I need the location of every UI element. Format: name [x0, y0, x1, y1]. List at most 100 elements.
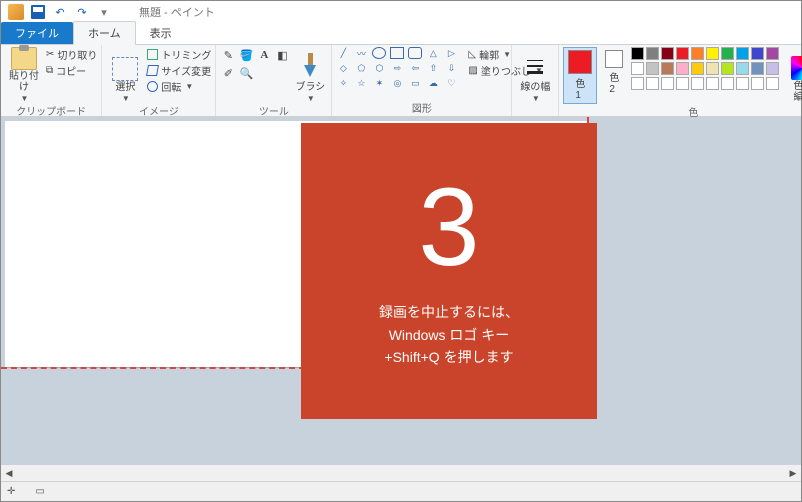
palette-swatch[interactable]	[646, 62, 659, 75]
palette-swatch[interactable]	[721, 47, 734, 60]
scroll-right-arrow[interactable]: ▶	[785, 465, 801, 481]
shape-callout-rect[interactable]: ▭	[408, 77, 422, 89]
palette-swatch[interactable]	[766, 77, 779, 90]
scroll-left-arrow[interactable]: ◀	[1, 465, 17, 481]
palette-swatch[interactable]	[646, 47, 659, 60]
tab-file[interactable]: ファイル	[1, 22, 73, 44]
shape-callout-cloud[interactable]: ☁	[426, 77, 440, 89]
shape-polygon[interactable]: △	[426, 47, 440, 59]
shape-callout-round[interactable]: ◎	[390, 77, 404, 89]
chevron-down-icon: ▼	[532, 94, 540, 103]
palette-swatch[interactable]	[736, 62, 749, 75]
shape-uarrow[interactable]: ⇧	[426, 62, 440, 74]
palette-swatch[interactable]	[736, 77, 749, 90]
color1-button[interactable]: 色 1	[563, 47, 597, 104]
copy-button[interactable]: ⧉コピー	[46, 63, 97, 78]
shape-pentagon[interactable]: ⬠	[354, 62, 368, 74]
eraser-tool[interactable]: ◧	[274, 47, 290, 63]
palette-swatch[interactable]	[721, 77, 734, 90]
paste-button[interactable]: 貼り付け ▼	[5, 47, 43, 103]
color-picker-tool[interactable]: ✐	[220, 65, 236, 81]
shape-darrow[interactable]: ⇩	[444, 62, 458, 74]
palette-swatch[interactable]	[691, 77, 704, 90]
paste-icon	[11, 47, 37, 70]
palette-swatch[interactable]	[751, 77, 764, 90]
shape-roundrect[interactable]	[408, 47, 422, 59]
shape-oval[interactable]	[372, 47, 386, 59]
magnifier-tool[interactable]: 🔍	[238, 65, 254, 81]
palette-swatch[interactable]	[661, 47, 674, 60]
status-bar: ✛ ▭	[1, 481, 801, 501]
shape-line[interactable]: ╱	[336, 47, 350, 59]
palette-swatch[interactable]	[691, 47, 704, 60]
text-tool[interactable]: A	[256, 47, 272, 63]
palette-swatch[interactable]	[766, 47, 779, 60]
selection-size: ▭	[35, 486, 44, 497]
shape-4star[interactable]: ✧	[336, 77, 350, 89]
color-palette[interactable]	[631, 47, 780, 91]
qat-customize[interactable]: ▾	[93, 2, 115, 22]
rotate-button[interactable]: 回転▼	[147, 79, 211, 94]
ribbon: 貼り付け ▼ ✂切り取り ⧉コピー クリップボード 選択 ▼ トリミング サイズ…	[1, 45, 801, 117]
resize-button[interactable]: サイズ変更	[147, 63, 211, 78]
palette-swatch[interactable]	[631, 77, 644, 90]
palette-swatch[interactable]	[676, 77, 689, 90]
brushes-button[interactable]: ブラシ ▼	[293, 47, 327, 103]
edit-colors-button[interactable]: 色の 編集	[783, 47, 802, 103]
stroke-width-icon	[525, 53, 545, 81]
palette-swatch[interactable]	[736, 47, 749, 60]
quick-access-toolbar: ↶ ↷ ▾	[1, 2, 115, 22]
shape-rect[interactable]	[390, 47, 404, 59]
shape-rarrow[interactable]: ⇨	[390, 62, 404, 74]
resize-icon	[146, 65, 159, 76]
palette-swatch[interactable]	[706, 47, 719, 60]
tab-home[interactable]: ホーム	[73, 21, 136, 45]
palette-swatch[interactable]	[691, 62, 704, 75]
selection-guide-horizontal	[1, 367, 305, 369]
stroke-width-button[interactable]: 線の幅 ▼	[516, 47, 554, 103]
shapes-gallery[interactable]: ╱ 〰 △ ▷ ◇ ⬠ ⬡ ⇨ ⇦ ⇧ ⇩ ✧ ☆ ✶ ◎ ▭ ☁ ♡	[336, 47, 459, 90]
color2-button[interactable]: 色 2	[600, 47, 628, 98]
palette-swatch[interactable]	[631, 47, 644, 60]
crop-button[interactable]: トリミング	[147, 47, 211, 62]
palette-swatch[interactable]	[721, 62, 734, 75]
shape-diamond[interactable]: ◇	[336, 62, 350, 74]
palette-swatch[interactable]	[706, 77, 719, 90]
save-button[interactable]	[27, 2, 49, 22]
shape-5star[interactable]: ☆	[354, 77, 368, 89]
palette-swatch[interactable]	[766, 62, 779, 75]
app-icon	[5, 2, 27, 22]
palette-swatch[interactable]	[751, 62, 764, 75]
fill-icon: ▨	[468, 65, 477, 76]
select-icon	[112, 57, 138, 81]
shape-triangle[interactable]: ▷	[444, 47, 458, 59]
redo-button[interactable]: ↷	[71, 2, 93, 22]
palette-swatch[interactable]	[676, 62, 689, 75]
cut-button[interactable]: ✂切り取り	[46, 47, 97, 62]
shape-6star[interactable]: ✶	[372, 77, 386, 89]
shape-hexagon[interactable]: ⬡	[372, 62, 386, 74]
select-button[interactable]: 選択 ▼	[106, 47, 144, 103]
color2-swatch	[605, 50, 623, 68]
edit-colors-icon	[791, 56, 802, 80]
undo-button[interactable]: ↶	[49, 2, 71, 22]
tab-view[interactable]: 表示	[136, 22, 186, 44]
cursor-position: ✛	[7, 486, 15, 497]
palette-swatch[interactable]	[706, 62, 719, 75]
canvas-area[interactable]: 3 録画を中止するには、 Windows ロゴ キー +Shift+Q を押しま…	[1, 117, 801, 481]
palette-swatch[interactable]	[751, 47, 764, 60]
shape-heart[interactable]: ♡	[444, 77, 458, 89]
palette-swatch[interactable]	[646, 77, 659, 90]
shape-curve[interactable]: 〰	[354, 47, 368, 59]
pencil-tool[interactable]: ✎	[220, 47, 236, 63]
palette-swatch[interactable]	[676, 47, 689, 60]
palette-swatch[interactable]	[661, 62, 674, 75]
palette-swatch[interactable]	[661, 77, 674, 90]
group-colors: 色 1 色 2 色の 編集 色	[559, 45, 802, 116]
palette-swatch[interactable]	[631, 62, 644, 75]
title-bar: ↶ ↷ ▾ 無題 - ペイント	[1, 1, 801, 23]
horizontal-scrollbar[interactable]: ◀ ▶	[1, 465, 801, 481]
color1-swatch	[568, 50, 592, 74]
shape-larrow[interactable]: ⇦	[408, 62, 422, 74]
fill-tool[interactable]: 🪣	[238, 47, 254, 63]
